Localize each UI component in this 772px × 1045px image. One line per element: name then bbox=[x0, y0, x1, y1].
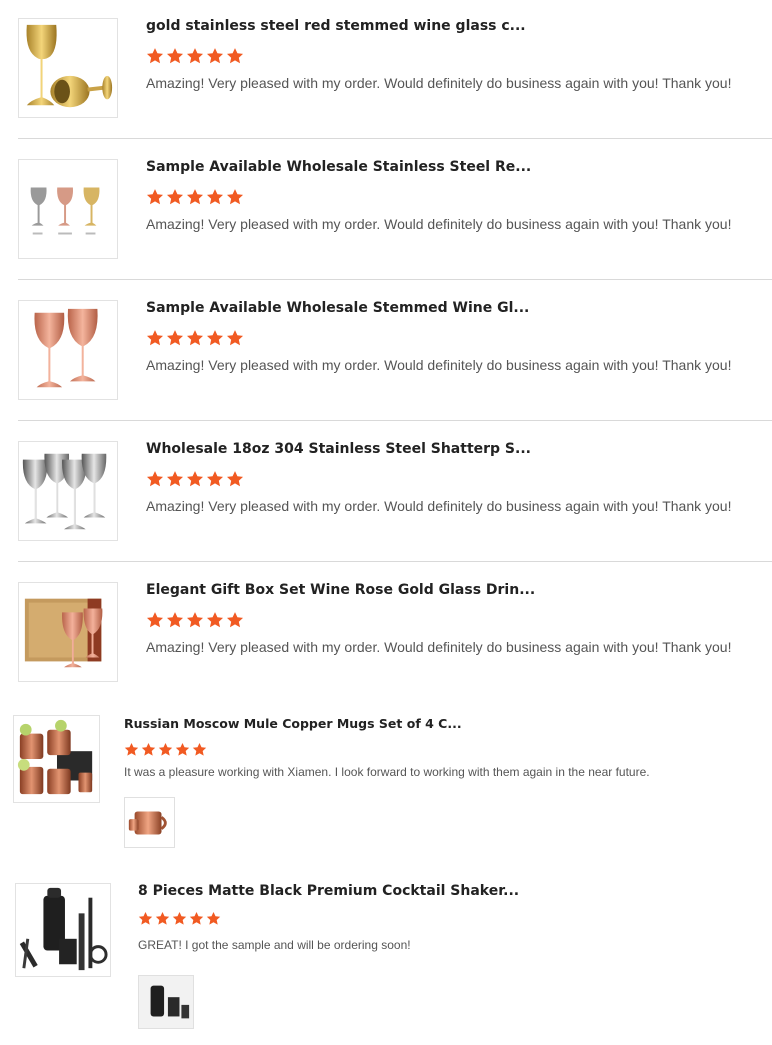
star-rating bbox=[146, 329, 244, 347]
review-item: Russian Moscow Mule Copper Mugs Set of 4… bbox=[0, 703, 772, 871]
review-comment: Amazing! Very pleased with my order. Wou… bbox=[146, 498, 732, 514]
star-rating bbox=[124, 742, 207, 757]
star-icon bbox=[172, 911, 187, 925]
copper-mug-attachment[interactable] bbox=[124, 797, 175, 848]
star-icon bbox=[186, 612, 204, 628]
review-comment: Amazing! Very pleased with my order. Wou… bbox=[146, 357, 732, 373]
rose-gold-wine-glasses-image[interactable] bbox=[18, 300, 118, 400]
review-item: Wholesale 18oz 304 Stainless Steel Shatt… bbox=[0, 421, 772, 562]
review-item: Sample Available Wholesale Stemmed Wine … bbox=[0, 280, 772, 421]
star-icon bbox=[166, 48, 184, 64]
star-icon bbox=[186, 330, 204, 346]
star-rating bbox=[146, 188, 244, 206]
star-icon bbox=[206, 189, 224, 205]
star-icon bbox=[166, 189, 184, 205]
star-icon bbox=[186, 471, 204, 487]
gift-box-wine-glasses-image[interactable] bbox=[18, 582, 118, 682]
star-icon bbox=[226, 471, 244, 487]
star-icon bbox=[189, 911, 204, 925]
product-title[interactable]: gold stainless steel red stemmed wine gl… bbox=[146, 18, 526, 34]
review-item: Elegant Gift Box Set Wine Rose Gold Glas… bbox=[0, 562, 772, 703]
star-icon bbox=[138, 911, 153, 925]
star-icon bbox=[166, 471, 184, 487]
review-comment: Amazing! Very pleased with my order. Wou… bbox=[146, 639, 732, 655]
star-icon bbox=[146, 612, 164, 628]
star-icon bbox=[192, 742, 207, 756]
star-icon bbox=[141, 742, 156, 756]
star-icon bbox=[226, 48, 244, 64]
star-icon bbox=[146, 48, 164, 64]
star-icon bbox=[166, 330, 184, 346]
star-icon bbox=[158, 742, 173, 756]
product-title[interactable]: Wholesale 18oz 304 Stainless Steel Shatt… bbox=[146, 441, 531, 457]
star-icon bbox=[226, 189, 244, 205]
star-icon bbox=[124, 742, 139, 756]
star-icon bbox=[206, 612, 224, 628]
review-comment: GREAT! I got the sample and will be orde… bbox=[138, 938, 411, 952]
star-icon bbox=[146, 189, 164, 205]
star-icon bbox=[146, 330, 164, 346]
star-icon bbox=[226, 612, 244, 628]
star-icon bbox=[175, 742, 190, 756]
star-icon bbox=[206, 911, 221, 925]
product-title[interactable]: Russian Moscow Mule Copper Mugs Set of 4… bbox=[124, 716, 462, 731]
product-title[interactable]: Sample Available Wholesale Stemmed Wine … bbox=[146, 300, 529, 316]
review-comment: Amazing! Very pleased with my order. Wou… bbox=[146, 75, 732, 91]
cocktail-shaker-set-image[interactable] bbox=[15, 883, 111, 977]
product-title[interactable]: Elegant Gift Box Set Wine Rose Gold Glas… bbox=[146, 582, 535, 598]
product-title[interactable]: Sample Available Wholesale Stainless Ste… bbox=[146, 159, 531, 175]
star-icon bbox=[226, 330, 244, 346]
star-icon bbox=[166, 612, 184, 628]
review-item: 8 Pieces Matte Black Premium Cocktail Sh… bbox=[0, 871, 772, 1045]
gold-wine-glasses-image[interactable] bbox=[18, 18, 118, 118]
review-item: gold stainless steel red stemmed wine gl… bbox=[0, 0, 772, 139]
star-icon bbox=[206, 330, 224, 346]
star-rating bbox=[146, 611, 244, 629]
star-icon bbox=[155, 911, 170, 925]
review-comment: Amazing! Very pleased with my order. Wou… bbox=[146, 216, 732, 232]
review-comment: It was a pleasure working with Xiamen. I… bbox=[124, 765, 650, 779]
star-icon bbox=[186, 189, 204, 205]
copper-mugs-image[interactable] bbox=[13, 715, 100, 803]
three-wine-glasses-image[interactable] bbox=[18, 159, 118, 259]
star-icon bbox=[186, 48, 204, 64]
star-icon bbox=[206, 471, 224, 487]
silver-wine-glasses-image[interactable] bbox=[18, 441, 118, 541]
star-rating bbox=[138, 911, 221, 926]
shaker-attachment[interactable] bbox=[138, 975, 194, 1029]
star-icon bbox=[206, 48, 224, 64]
star-rating bbox=[146, 470, 244, 488]
star-icon bbox=[146, 471, 164, 487]
star-rating bbox=[146, 47, 244, 65]
product-title[interactable]: 8 Pieces Matte Black Premium Cocktail Sh… bbox=[138, 883, 519, 899]
review-item: Sample Available Wholesale Stainless Ste… bbox=[0, 139, 772, 280]
